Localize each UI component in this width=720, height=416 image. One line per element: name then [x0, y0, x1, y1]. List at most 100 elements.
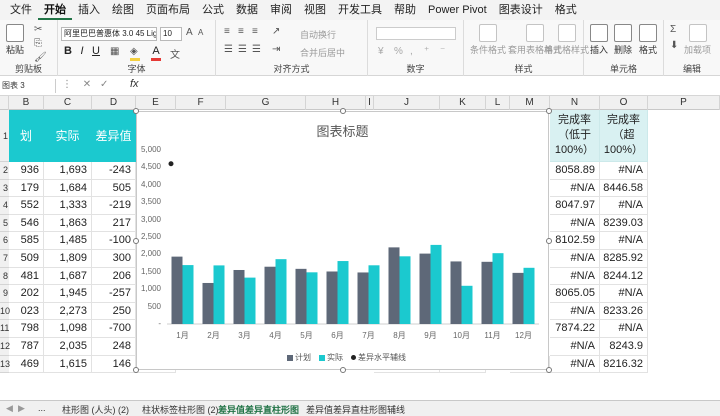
scatter-point-差异水平辅线[interactable] [168, 161, 174, 167]
cell-styles-button[interactable]: 单元格样式 [544, 24, 589, 56]
menu-11[interactable]: Power Pivot [422, 0, 493, 20]
cell-O7[interactable]: 8285.92 [600, 250, 648, 268]
row-header-13[interactable]: 13 [0, 355, 10, 374]
bar-计划-7月[interactable] [357, 272, 369, 324]
cell-O13[interactable]: 8216.32 [600, 355, 648, 374]
cell-B12[interactable]: 787 [9, 338, 44, 356]
cell-B2[interactable]: 936 [9, 162, 44, 180]
bar-实际-7月[interactable] [368, 265, 380, 324]
chart-legend[interactable]: 计划 实际 差异水平辅线 [287, 352, 406, 363]
comma-icon[interactable]: , [410, 46, 413, 57]
name-box[interactable]: 图表 3 [0, 79, 56, 93]
copy-icon[interactable]: ⎘ [34, 38, 42, 49]
bar-计划-9月[interactable] [419, 253, 431, 324]
phonetic-icon[interactable]: 文 [170, 46, 180, 61]
resize-handle-2[interactable] [546, 108, 552, 114]
bar-实际-4月[interactable] [275, 259, 287, 324]
cell-B5[interactable]: 546 [9, 214, 44, 233]
align-left-icon[interactable]: ☰ [224, 44, 233, 55]
cell-D8[interactable]: 206 [92, 267, 136, 286]
cell-C6[interactable]: 1,485 [44, 232, 92, 250]
menu-12[interactable]: 图表设计 [493, 0, 549, 20]
menu-6[interactable]: 数据 [230, 0, 264, 20]
more-icon[interactable]: ⋮ [62, 79, 72, 90]
column-header-M[interactable]: M [510, 96, 550, 110]
row-header-6[interactable]: 6 [0, 232, 9, 250]
bar-实际-10月[interactable] [461, 285, 473, 324]
resize-handle-1[interactable] [340, 108, 346, 114]
cell-C11[interactable]: 1,098 [44, 320, 92, 338]
cell-C8[interactable]: 1,687 [44, 267, 92, 286]
resize-handle-3[interactable] [133, 238, 139, 244]
column-header-H[interactable]: H [306, 96, 366, 110]
cell-N10[interactable]: #N/A [550, 302, 600, 321]
row-header-2[interactable]: 2 [0, 162, 9, 180]
tab-4[interactable]: 差异值差异直柱形图辅线 [306, 403, 405, 416]
tab-0[interactable]: ... [38, 403, 46, 413]
cell-N12[interactable]: #N/A [550, 338, 600, 356]
percent-icon[interactable]: % [394, 46, 403, 57]
bar-计划-12月[interactable] [512, 272, 524, 324]
cell-O10[interactable]: 8233.26 [600, 302, 648, 321]
merge-center-button[interactable]: 合并后居中 [300, 46, 345, 59]
cell-N5[interactable]: #N/A [550, 214, 600, 233]
row-header-4[interactable]: 4 [0, 197, 9, 215]
cell-B13[interactable]: 469 [9, 355, 44, 374]
cell-B1[interactable]: 划 [9, 110, 44, 162]
cell-D6[interactable]: -100 [92, 232, 136, 250]
menu-10[interactable]: 帮助 [388, 0, 422, 20]
cell-B9[interactable]: 202 [9, 285, 44, 303]
font-name-select[interactable]: 阿里巴巴普惠体 3.0 45 Light [61, 27, 157, 41]
cell-C5[interactable]: 1,863 [44, 214, 92, 233]
resize-handle-4[interactable] [546, 238, 552, 244]
cell-N13[interactable]: #N/A [550, 355, 600, 374]
format-cells-button[interactable]: 格式 [639, 24, 657, 56]
row-header-9[interactable]: 9 [0, 285, 9, 303]
align-bottom-icon[interactable]: ≡ [252, 26, 258, 37]
bar-实际-8月[interactable] [399, 256, 411, 324]
cell-B7[interactable]: 509 [9, 250, 44, 268]
cell-N6[interactable]: 8102.59 [550, 232, 600, 250]
autosum-icon[interactable]: Σ [670, 24, 676, 35]
cell-O6[interactable]: #N/A [600, 232, 648, 250]
tab-nav-left-icon[interactable]: ◀ [6, 403, 13, 414]
cell-B10[interactable]: 023 [9, 302, 44, 321]
menu-9[interactable]: 开发工具 [332, 0, 388, 20]
align-top-icon[interactable]: ≡ [224, 26, 230, 37]
menu-0[interactable]: 文件 [4, 0, 38, 20]
column-header-G[interactable]: G [226, 96, 306, 110]
grow-font-icon[interactable]: A [186, 27, 193, 38]
cancel-icon[interactable]: ✕ [83, 79, 91, 90]
bar-实际-11月[interactable] [492, 253, 504, 324]
wrap-text-button[interactable]: 自动换行 [300, 28, 336, 41]
font-size-select[interactable]: 10 [160, 27, 182, 41]
menu-2[interactable]: 插入 [72, 0, 106, 20]
cell-C13[interactable]: 1,615 [44, 355, 92, 374]
bar-计划-2月[interactable] [202, 282, 214, 324]
italic-button[interactable]: I [76, 45, 88, 57]
insert-cells-button[interactable]: 插入 [590, 24, 608, 56]
column-header-L[interactable]: L [486, 96, 510, 110]
bar-实际-1月[interactable] [182, 265, 194, 324]
underline-button[interactable]: U [90, 45, 102, 57]
cell-N8[interactable]: #N/A [550, 267, 600, 286]
row-header-3[interactable]: 3 [0, 179, 9, 198]
increase-decimal-icon[interactable]: ⁺ [424, 46, 429, 57]
delete-cells-button[interactable]: 删除 [614, 24, 632, 56]
column-header-D[interactable]: D [92, 96, 136, 110]
resize-handle-0[interactable] [133, 108, 139, 114]
cell-N2[interactable]: 8058.89 [550, 162, 600, 180]
legend-item-1[interactable]: 实际 [319, 353, 343, 362]
resize-handle-5[interactable] [133, 367, 139, 373]
menu-13[interactable]: 格式 [549, 0, 583, 20]
cell-O9[interactable]: #N/A [600, 285, 648, 303]
column-header-P[interactable]: P [648, 96, 720, 110]
enter-icon[interactable]: ✓ [100, 79, 108, 90]
currency-icon[interactable]: ¥ [378, 46, 384, 57]
tab-1[interactable]: 柱形图 (人头) (2) [62, 403, 129, 416]
tab-nav-right-icon[interactable]: ▶ [18, 403, 25, 414]
align-right-icon[interactable]: ☰ [252, 44, 261, 55]
cell-C9[interactable]: 1,945 [44, 285, 92, 303]
bar-实际-2月[interactable] [213, 265, 225, 324]
cell-B11[interactable]: 798 [9, 320, 44, 338]
